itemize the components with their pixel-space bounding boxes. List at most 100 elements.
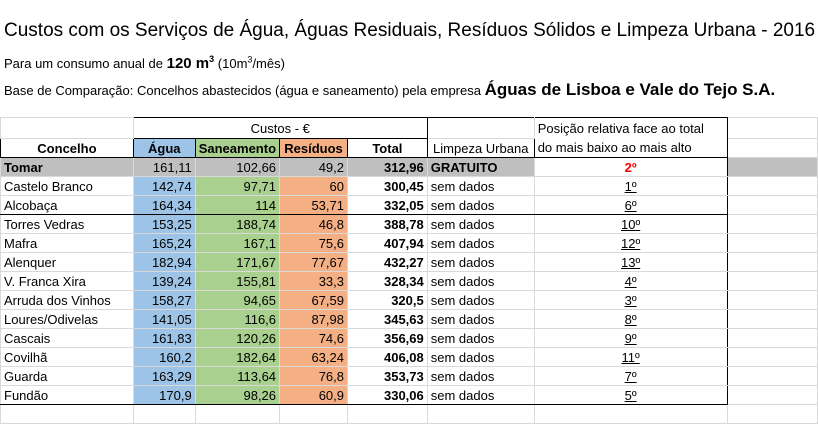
saneamento-cell: 188,74 <box>194 214 281 234</box>
concelho-cell: Cascais <box>0 328 134 348</box>
limpeza-cell: sem dados <box>426 214 535 234</box>
table-row: Covilhã 160,2 182,64 63,24 406,08 sem dados 11… <box>0 347 818 367</box>
saneamento-cell: 94,65 <box>194 290 281 310</box>
residuos-cell: 75,6 <box>279 233 348 253</box>
empty-cell <box>426 117 535 139</box>
empty-row <box>0 404 818 424</box>
concelho-cell: Alcobaça <box>0 195 134 215</box>
table-row: Guarda 163,29 113,64 76,8 353,73 sem dados 7º <box>0 366 818 386</box>
company-name: Águas de Lisboa e Vale do Tejo S.A. <box>484 80 776 99</box>
costs-table: Custos - € Posição relativa face ao tota… <box>0 117 818 424</box>
saneamento-cell: 98,26 <box>194 385 281 405</box>
empty-cell <box>726 347 818 367</box>
agua-cell: 153,25 <box>132 214 196 234</box>
limpeza-cell: sem dados <box>426 176 535 196</box>
saneamento-cell: 113,64 <box>194 366 281 386</box>
agua-cell: 161,83 <box>132 328 196 348</box>
agua-cell: 141,05 <box>132 309 196 329</box>
header-row-2: Concelho Água Saneamento Resíduos Total … <box>0 138 818 158</box>
saneamento-cell: 114 <box>194 195 281 215</box>
concelho-cell: Fundão <box>0 385 134 405</box>
posicao-value: 8º <box>624 311 637 327</box>
posicao-cell: 8º <box>533 309 728 329</box>
residuos-cell: 67,59 <box>279 290 348 310</box>
consumption-prefix: Para um consumo anual de <box>4 56 163 71</box>
posicao-cell: 3º <box>533 290 728 310</box>
posicao-value: 1º <box>624 178 637 194</box>
total-cell: 432,27 <box>347 252 428 272</box>
monthly-open: (10m <box>217 56 248 71</box>
empty-cell <box>726 214 818 234</box>
empty-cell <box>726 176 818 196</box>
saneamento-cell: 102,66 <box>194 157 281 177</box>
empty-cell <box>726 404 818 424</box>
residuos-cell: 63,24 <box>279 347 348 367</box>
table-row: Tomar 161,11 102,66 49,2 312,96 GRATUITO 2º <box>0 157 818 177</box>
residuos-cell: 49,2 <box>279 157 348 177</box>
consumption-value: 120 m3 <box>167 54 215 72</box>
header-row-1: Custos - € Posição relativa face ao tota… <box>0 117 818 139</box>
consumption-monthly: (10m3/mês) <box>217 55 285 71</box>
total-cell: 353,73 <box>347 366 428 386</box>
total-cell: 320,5 <box>347 290 428 310</box>
posicao-cell: 12º <box>533 233 728 253</box>
empty-cell <box>726 271 818 291</box>
residuos-cell: 74,6 <box>279 328 348 348</box>
table-row: Loures/Odivelas 141,05 116,6 87,98 345,63 sem… <box>0 309 818 329</box>
empty-cell <box>726 385 818 405</box>
empty-cell <box>0 117 134 139</box>
posicao-cell: 4º <box>533 271 728 291</box>
agua-cell: 139,24 <box>132 271 196 291</box>
total-cell: 328,34 <box>347 271 428 291</box>
concelho-header: Concelho <box>0 138 134 158</box>
empty-cell <box>132 404 196 424</box>
table-row: Alcobaça 164,34 114 53,71 332,05 sem dados 6º <box>0 195 818 215</box>
table-row: Torres Vedras 153,25 188,74 46,8 388,78 sem d… <box>0 214 818 234</box>
concelho-cell: Torres Vedras <box>0 214 134 234</box>
empty-cell <box>426 404 535 424</box>
table-row: Castelo Branco 142,74 97,71 60 300,45 sem dad… <box>0 176 818 196</box>
comparison-prefix: Base de Comparação: Concelhos abastecido… <box>4 83 481 98</box>
concelho-cell: Mafra <box>0 233 134 253</box>
saneamento-cell: 167,1 <box>194 233 281 253</box>
posicao-value: 6º <box>624 197 637 213</box>
table-row: Mafra 165,24 167,1 75,6 407,94 sem dados 12º <box>0 233 818 253</box>
residuos-cell: 33,3 <box>279 271 348 291</box>
saneamento-cell: 171,67 <box>194 252 281 272</box>
position-header-line2: do mais baixo ao mais alto <box>533 138 728 158</box>
posicao-value: 7º <box>624 368 637 384</box>
saneamento-cell: 120,26 <box>194 328 281 348</box>
agua-cell: 158,27 <box>132 290 196 310</box>
total-cell: 407,94 <box>347 233 428 253</box>
posicao-value: 11º <box>621 349 640 365</box>
table-row: Alenquer 182,94 171,67 77,67 432,27 sem dados… <box>0 252 818 272</box>
agua-header: Água <box>132 138 196 158</box>
total-cell: 356,69 <box>347 328 428 348</box>
empty-cell <box>726 309 818 329</box>
empty-cell <box>347 404 428 424</box>
concelho-cell: V. Franca Xira <box>0 271 134 291</box>
agua-cell: 170,9 <box>132 385 196 405</box>
empty-cell <box>726 233 818 253</box>
residuos-cell: 60 <box>279 176 348 196</box>
agua-cell: 182,94 <box>132 252 196 272</box>
residuos-cell: 46,8 <box>279 214 348 234</box>
residuos-cell: 77,67 <box>279 252 348 272</box>
agua-cell: 164,34 <box>132 195 196 215</box>
posicao-cell: 13º <box>533 252 728 272</box>
empty-cell <box>726 328 818 348</box>
empty-cell <box>194 404 281 424</box>
total-cell: 345,63 <box>347 309 428 329</box>
page-title: Custos com os Serviços de Água, Águas Re… <box>4 20 816 41</box>
empty-cell <box>726 366 818 386</box>
table-body: Tomar 161,11 102,66 49,2 312,96 GRATUITO 2º Cas… <box>0 157 818 424</box>
comparison-note: Base de Comparação: Concelhos abastecido… <box>4 80 775 100</box>
agua-cell: 161,11 <box>132 157 196 177</box>
total-cell: 300,45 <box>347 176 428 196</box>
posicao-cell: 2º <box>533 157 728 177</box>
total-cell: 312,96 <box>347 157 428 177</box>
empty-cell <box>279 404 348 424</box>
empty-cell <box>726 195 818 215</box>
agua-cell: 163,29 <box>132 366 196 386</box>
consumption-unit-sup: 3 <box>209 54 215 64</box>
